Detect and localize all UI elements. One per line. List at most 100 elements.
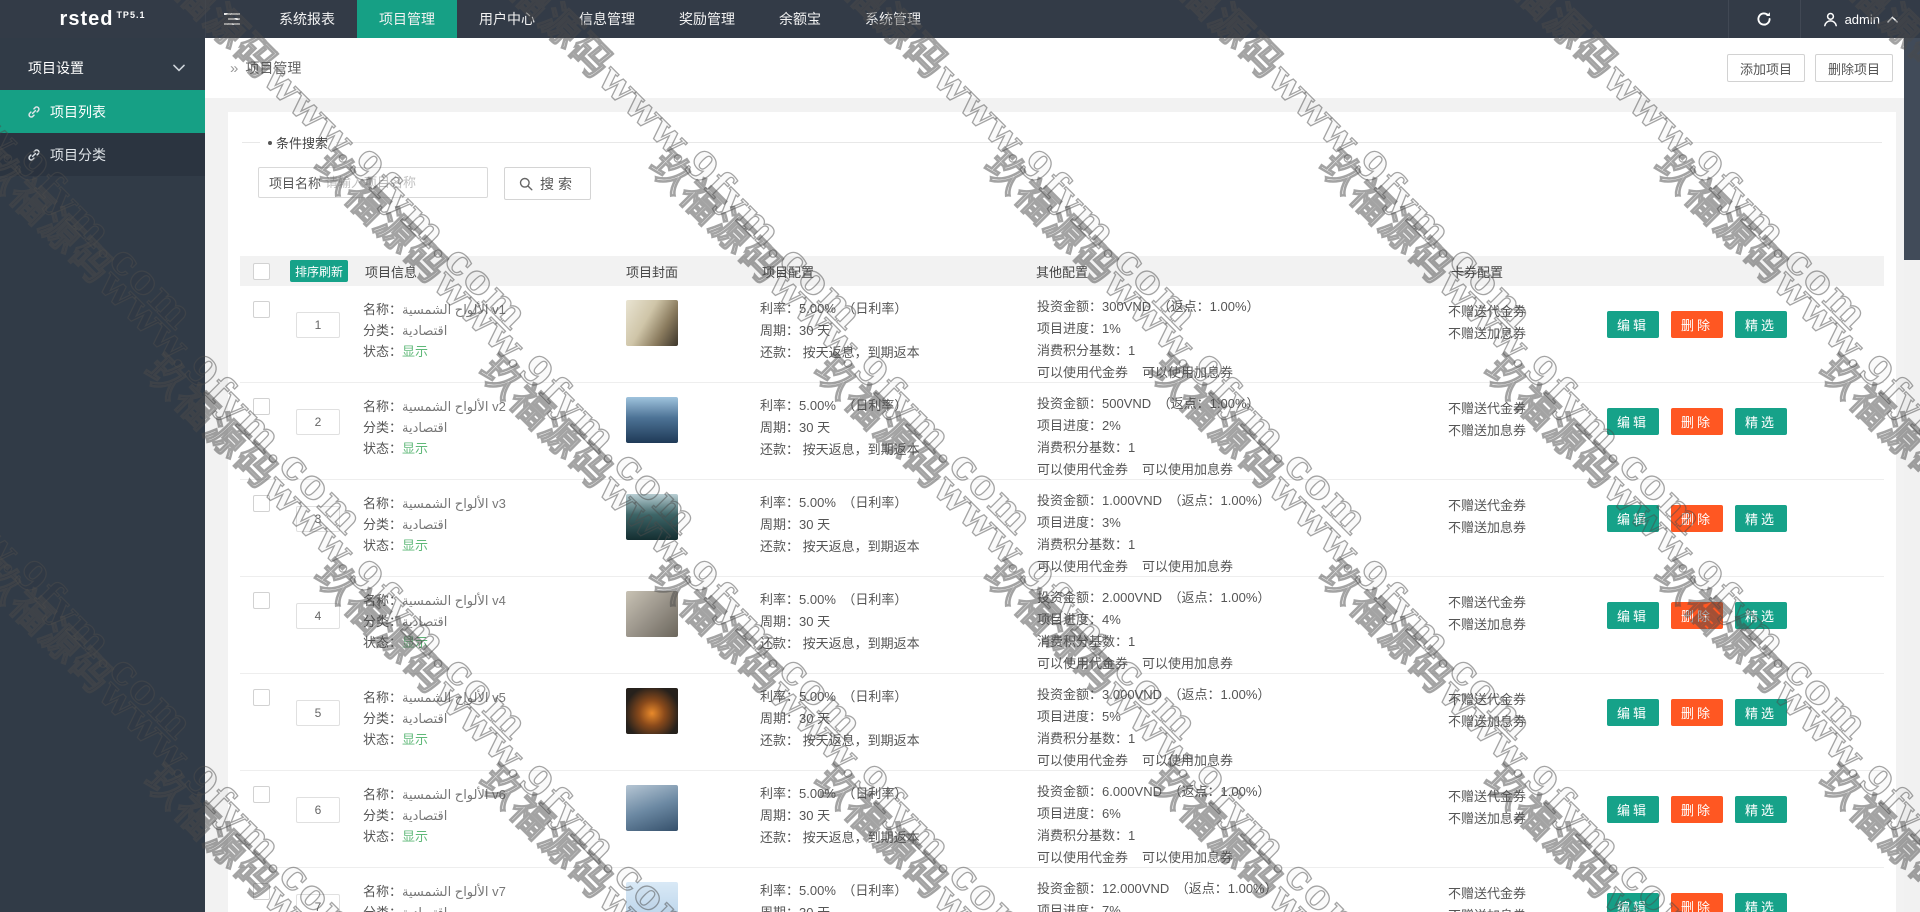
delete-button[interactable]: 删除 bbox=[1671, 699, 1723, 726]
invest-amount: 1.000VND bbox=[1102, 493, 1162, 508]
edit-button[interactable]: 编辑 bbox=[1607, 893, 1659, 912]
app-logo-text: rsted bbox=[60, 8, 114, 31]
edit-button[interactable]: 编辑 bbox=[1607, 311, 1659, 338]
nav-item-project-management[interactable]: 项目管理 bbox=[357, 0, 457, 38]
points-base-value: 1 bbox=[1128, 634, 1135, 649]
project-status-toggle[interactable]: 显示 bbox=[402, 441, 428, 456]
sort-order-input[interactable] bbox=[296, 312, 340, 338]
row-checkbox[interactable] bbox=[253, 883, 270, 900]
table-row: 名称：الألواح الشمسية v2 分类：اقتصادية 状态：显示 … bbox=[240, 383, 1884, 480]
sidebar-item-project-category[interactable]: 项目分类 bbox=[0, 133, 205, 176]
delete-button[interactable]: 删除 bbox=[1671, 602, 1723, 629]
add-project-button[interactable]: 添加项目 bbox=[1727, 54, 1805, 82]
chevron-up-icon bbox=[1887, 16, 1898, 23]
app-logo-version: TP5.1 bbox=[116, 10, 145, 20]
project-status-toggle[interactable]: 显示 bbox=[402, 344, 428, 359]
select-all-checkbox[interactable] bbox=[253, 263, 270, 280]
rate-note: （日利率） bbox=[849, 301, 908, 316]
menu-toggle-icon bbox=[224, 12, 240, 26]
sidebar-item-project-list[interactable]: 项目列表 bbox=[0, 90, 205, 133]
sort-refresh-button[interactable]: 排序刷新 bbox=[290, 260, 348, 282]
no-voucher-text: 不赠送代金券 bbox=[1448, 301, 1600, 323]
rate-value: 5.00% bbox=[799, 786, 836, 801]
sort-order-input[interactable] bbox=[296, 409, 340, 435]
sort-order-input[interactable] bbox=[296, 603, 340, 629]
project-status-toggle[interactable]: 显示 bbox=[402, 635, 428, 650]
delete-button[interactable]: 删除 bbox=[1671, 893, 1723, 912]
project-config-cell: 利率：5.00% （日利率） 周期：30 天 还款： 按天返息，到期返本 bbox=[755, 577, 1030, 675]
nav-item-yuebao[interactable]: 余额宝 bbox=[757, 0, 843, 38]
edit-button[interactable]: 编辑 bbox=[1607, 796, 1659, 823]
delete-button[interactable]: 删除 bbox=[1671, 796, 1723, 823]
featured-button[interactable]: 精选 bbox=[1735, 893, 1787, 912]
scrollbar-thumb[interactable] bbox=[1904, 38, 1920, 260]
invest-rebate-note: （返点：1.00%） bbox=[1175, 687, 1270, 702]
featured-button[interactable]: 精选 bbox=[1735, 408, 1787, 435]
nav-item-system-management[interactable]: 系统管理 bbox=[843, 0, 943, 38]
period-value: 30 天 bbox=[799, 711, 830, 726]
nav-item-info-management[interactable]: 信息管理 bbox=[557, 0, 657, 38]
featured-button[interactable]: 精选 bbox=[1735, 505, 1787, 532]
row-checkbox[interactable] bbox=[253, 592, 270, 609]
search-button[interactable]: 搜索 bbox=[504, 167, 591, 200]
invest-amount: 6.000VND bbox=[1102, 784, 1162, 799]
voucher-allowed-text: 可以使用代金券 bbox=[1037, 559, 1128, 574]
featured-button[interactable]: 精选 bbox=[1735, 602, 1787, 629]
project-status-toggle[interactable]: 显示 bbox=[402, 732, 428, 747]
project-status-toggle[interactable]: 显示 bbox=[402, 829, 428, 844]
row-checkbox[interactable] bbox=[253, 301, 270, 318]
sort-order-input[interactable] bbox=[296, 506, 340, 532]
no-interest-coupon-text: 不赠送加息券 bbox=[1448, 614, 1600, 636]
sidebar: 项目设置 项目列表 项目分类 bbox=[0, 38, 205, 912]
table-row: 名称：الألواح الشمسية v7 分类：اقتصادية 状态：显示 … bbox=[240, 868, 1884, 912]
edit-button[interactable]: 编辑 bbox=[1607, 699, 1659, 726]
scrollbar-track[interactable] bbox=[1904, 38, 1920, 912]
delete-project-button[interactable]: 删除项目 bbox=[1815, 54, 1893, 82]
col-header-project-cover: 项目封面 bbox=[620, 262, 755, 281]
other-config-cell: 投资金额：1.000VND （返点：1.00%） 项目进度：3% 消费积分基数：… bbox=[1030, 480, 1440, 578]
row-checkbox[interactable] bbox=[253, 495, 270, 512]
search-button-label: 搜索 bbox=[540, 174, 576, 194]
main-nav: 系统报表项目管理用户中心信息管理奖励管理余额宝系统管理 bbox=[257, 0, 943, 38]
project-category: اقتصادية bbox=[402, 711, 447, 726]
refresh-button[interactable] bbox=[1728, 0, 1800, 38]
delete-button[interactable]: 删除 bbox=[1671, 408, 1723, 435]
table-row: 名称：الألواح الشمسية v1 分类：اقتصادية 状态：显示 … bbox=[240, 286, 1884, 383]
delete-button[interactable]: 删除 bbox=[1671, 505, 1723, 532]
row-checkbox[interactable] bbox=[253, 689, 270, 706]
sort-order-input[interactable] bbox=[296, 894, 340, 912]
repay-value: 按天返息，到期返本 bbox=[803, 442, 920, 457]
project-name: الألواح الشمسية v5 bbox=[402, 690, 506, 705]
app-logo: rsted TP5.1 bbox=[0, 0, 205, 38]
invest-rebate-note: （返点：1.00%） bbox=[1175, 590, 1270, 605]
no-voucher-text: 不赠送代金券 bbox=[1448, 883, 1600, 905]
delete-button[interactable]: 删除 bbox=[1671, 311, 1723, 338]
edit-button[interactable]: 编辑 bbox=[1607, 602, 1659, 629]
col-header-project-info: 项目信息 bbox=[355, 262, 620, 281]
user-menu[interactable]: admin bbox=[1800, 0, 1920, 38]
edit-button[interactable]: 编辑 bbox=[1607, 408, 1659, 435]
featured-button[interactable]: 精选 bbox=[1735, 796, 1787, 823]
featured-button[interactable]: 精选 bbox=[1735, 699, 1787, 726]
sort-order-input[interactable] bbox=[296, 700, 340, 726]
row-checkbox[interactable] bbox=[253, 786, 270, 803]
featured-button[interactable]: 精选 bbox=[1735, 311, 1787, 338]
coupon-config-cell: 不赠送代金券 不赠送加息券 bbox=[1440, 771, 1600, 869]
nav-item-user-center[interactable]: 用户中心 bbox=[457, 0, 557, 38]
table-header: 排序刷新 项目信息 项目封面 项目配置 其他配置 卡券配置 bbox=[240, 256, 1884, 286]
sort-order-input[interactable] bbox=[296, 797, 340, 823]
breadcrumb-separator: » bbox=[230, 60, 238, 77]
project-name-input[interactable] bbox=[325, 175, 487, 190]
edit-button[interactable]: 编辑 bbox=[1607, 505, 1659, 532]
sidebar-collapse-button[interactable] bbox=[205, 0, 257, 38]
period-value: 30 天 bbox=[799, 905, 830, 912]
project-status-toggle[interactable]: 显示 bbox=[402, 538, 428, 553]
nav-item-system-reports[interactable]: 系统报表 bbox=[257, 0, 357, 38]
nav-item-reward-management[interactable]: 奖励管理 bbox=[657, 0, 757, 38]
project-category: اقتصادية bbox=[402, 323, 447, 338]
rate-note: （日利率） bbox=[849, 883, 908, 898]
project-name-field[interactable]: 项目名称 bbox=[258, 167, 488, 198]
refresh-icon bbox=[1756, 11, 1772, 27]
sidebar-group-project-settings[interactable]: 项目设置 bbox=[0, 46, 205, 90]
row-checkbox[interactable] bbox=[253, 398, 270, 415]
